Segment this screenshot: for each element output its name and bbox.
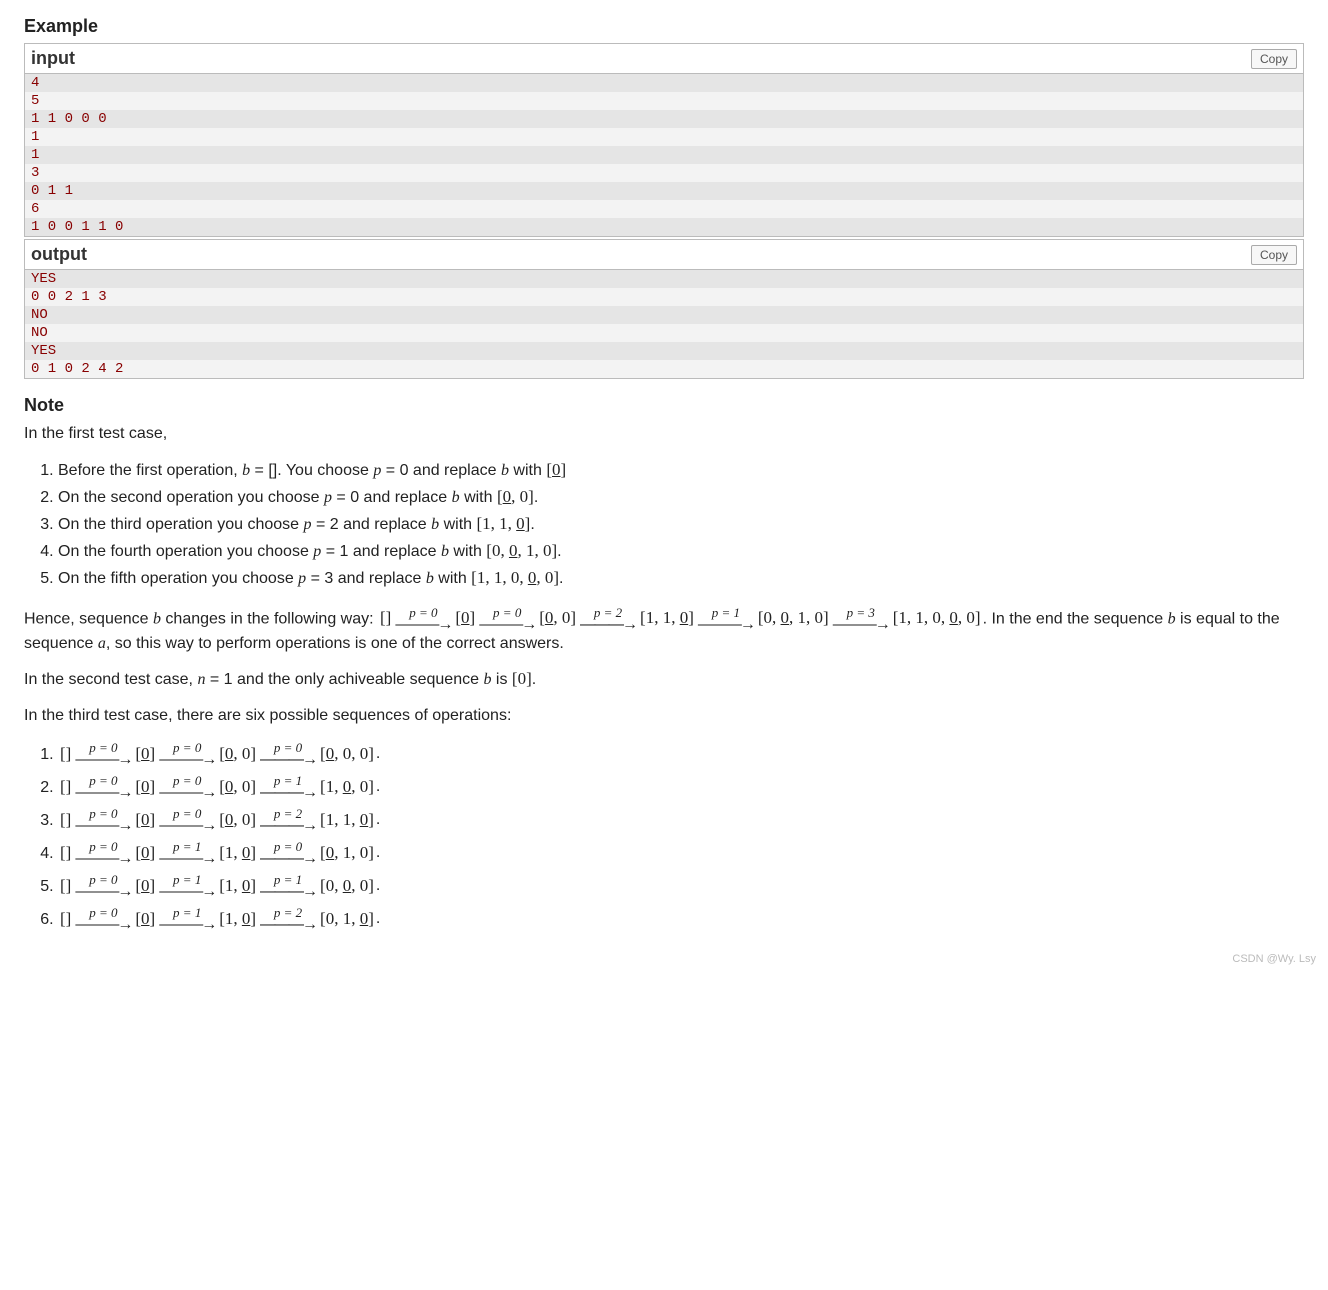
sequence-item: []p = 0———→[0]p = 0———→[0, 0]p = 0———→[0… bbox=[58, 741, 1304, 768]
example-title: Example bbox=[24, 16, 1304, 37]
io-line: 1 1 0 0 0 bbox=[25, 110, 1303, 128]
note-title: Note bbox=[24, 393, 1304, 417]
io-line: 0 1 0 2 4 2 bbox=[25, 360, 1303, 378]
sequence-item: []p = 0———→[0]p = 1———→[1, 0]p = 1———→[0… bbox=[58, 873, 1304, 900]
note-intro: In the first test case, bbox=[24, 423, 1304, 445]
output-label: output bbox=[31, 244, 87, 265]
io-line: 1 bbox=[25, 128, 1303, 146]
third-case-intro: In the third test case, there are six po… bbox=[24, 705, 1304, 727]
output-block: output Copy YES0 0 2 1 3NONOYES0 1 0 2 4… bbox=[24, 239, 1304, 379]
io-line: NO bbox=[25, 306, 1303, 324]
step-item: On the second operation you choose p = 0… bbox=[58, 486, 1304, 509]
io-line: 5 bbox=[25, 92, 1303, 110]
hence-paragraph: Hence, sequence b changes in the followi… bbox=[24, 606, 1304, 655]
sequences-list: []p = 0———→[0]p = 0———→[0, 0]p = 0———→[0… bbox=[58, 741, 1304, 933]
note-body: Note In the first test case, Before the … bbox=[24, 393, 1304, 933]
io-line: 0 0 2 1 3 bbox=[25, 288, 1303, 306]
io-line: 1 0 0 1 1 0 bbox=[25, 218, 1303, 236]
step-item: On the fourth operation you choose p = 1… bbox=[58, 540, 1304, 563]
sequence-item: []p = 0———→[0]p = 0———→[0, 0]p = 1———→[1… bbox=[58, 774, 1304, 801]
sequence-item: []p = 0———→[0]p = 1———→[1, 0]p = 0———→[0… bbox=[58, 840, 1304, 867]
step-item: Before the first operation, b = []. You … bbox=[58, 459, 1304, 482]
output-header: output Copy bbox=[25, 240, 1303, 270]
io-line: 4 bbox=[25, 74, 1303, 92]
input-lines: 451 1 0 0 01130 1 161 0 0 1 1 0 bbox=[25, 74, 1303, 236]
watermark: CSDN @Wy. Lsy bbox=[1232, 953, 1316, 965]
io-line: 6 bbox=[25, 200, 1303, 218]
io-line: 3 bbox=[25, 164, 1303, 182]
io-line: 1 bbox=[25, 146, 1303, 164]
copy-output-button[interactable]: Copy bbox=[1251, 245, 1297, 265]
sequence-item: []p = 0———→[0]p = 1———→[1, 0]p = 2———→[0… bbox=[58, 906, 1304, 933]
second-case: In the second test case, n = 1 and the o… bbox=[24, 668, 1304, 691]
io-line: NO bbox=[25, 324, 1303, 342]
input-label: input bbox=[31, 48, 75, 69]
output-lines: YES0 0 2 1 3NONOYES0 1 0 2 4 2 bbox=[25, 270, 1303, 378]
sequence-item: []p = 0———→[0]p = 0———→[0, 0]p = 2———→[1… bbox=[58, 807, 1304, 834]
steps-list: Before the first operation, b = []. You … bbox=[58, 459, 1304, 590]
io-line: 0 1 1 bbox=[25, 182, 1303, 200]
step-item: On the third operation you choose p = 2 … bbox=[58, 513, 1304, 536]
step-item: On the fifth operation you choose p = 3 … bbox=[58, 567, 1304, 590]
io-line: YES bbox=[25, 270, 1303, 288]
input-header: input Copy bbox=[25, 44, 1303, 74]
io-line: YES bbox=[25, 342, 1303, 360]
copy-input-button[interactable]: Copy bbox=[1251, 49, 1297, 69]
input-block: input Copy 451 1 0 0 01130 1 161 0 0 1 1… bbox=[24, 43, 1304, 237]
